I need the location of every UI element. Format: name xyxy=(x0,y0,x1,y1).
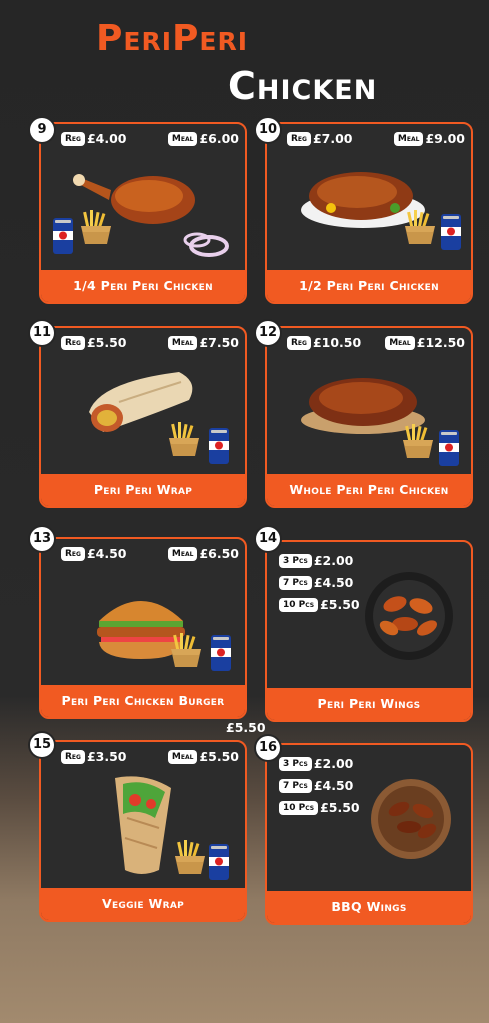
menu-item-card[interactable]: Reg £10.50 Meal £12.50 Whole Peri Peri Chi… xyxy=(265,326,473,508)
menu-title-line2: Chicken xyxy=(228,64,378,108)
reg-pill: Reg xyxy=(287,131,311,146)
reg-price: £10.50 xyxy=(312,335,362,350)
menu-item-card[interactable]: Reg £4.00 Meal £6.00 1/4 Peri Peri Chicken xyxy=(39,122,247,304)
meal-price: £5.50 xyxy=(199,749,239,764)
item-number-badge: 16 xyxy=(256,736,280,760)
meal-pill: Meal xyxy=(167,546,198,561)
item-number-badge: 14 xyxy=(256,527,280,551)
price-row: Reg £3.50 Meal £5.50 xyxy=(61,746,239,764)
menu-item-card[interactable]: 3 Pcs £2.00 7 Pcs £4.50 10 Pcs £5.50 BBQ Wi… xyxy=(265,743,473,925)
item-name: Veggie Wrap xyxy=(41,888,245,920)
meal-pill: Meal xyxy=(167,749,198,764)
item-name: Whole Peri Peri Chicken xyxy=(267,474,471,506)
reg-price: £7.00 xyxy=(312,131,353,146)
price-row: Reg £5.50 Meal £7.50 xyxy=(61,332,239,350)
price-row: Reg £7.00 Meal £9.00 xyxy=(287,128,465,146)
menu-item-card[interactable]: Reg £3.50 Meal £5.50 Veggie Wrap xyxy=(39,740,247,922)
half-chicken-image xyxy=(301,172,461,250)
menu-item-card[interactable]: Reg £5.50 Meal £7.50 Peri Peri Wrap xyxy=(39,326,247,508)
meal-price: £9.00 xyxy=(425,131,465,146)
meal-price: £12.50 xyxy=(416,335,465,350)
item-name: 1/4 Peri Peri Chicken xyxy=(41,270,245,302)
whole-chicken-image xyxy=(301,378,459,466)
reg-pill: Reg xyxy=(287,335,311,350)
stray-price: £5.50 xyxy=(226,720,266,735)
reg-pill: Reg xyxy=(61,335,85,350)
meal-pill: Meal xyxy=(385,335,415,350)
menu-title-line1: PeriPeri xyxy=(96,18,249,59)
price-row: Reg £10.50 Meal £12.50 xyxy=(287,332,465,350)
price-row: Reg £4.50 Meal £6.50 xyxy=(61,543,239,561)
item-number-badge: 13 xyxy=(30,527,54,551)
veggie-wrap-image xyxy=(114,775,229,880)
reg-price: £4.50 xyxy=(86,546,127,561)
menu-item-card[interactable]: Reg £4.50 Meal £6.50 Peri Peri Chicken Bur… xyxy=(39,537,247,719)
meal-pill: Meal xyxy=(167,131,198,146)
meal-price: £7.50 xyxy=(199,335,239,350)
item-number-badge: 9 xyxy=(30,118,54,142)
item-name: Peri Peri Wings xyxy=(267,688,471,720)
item-name: Peri Peri Wrap xyxy=(41,474,245,506)
chicken-burger-image xyxy=(97,601,231,671)
item-name: Peri Peri Chicken Burger xyxy=(41,685,245,717)
reg-pill: Reg xyxy=(61,131,85,146)
menu-item-card[interactable]: Reg £7.00 Meal £9.00 1/2 Peri Peri Chicken xyxy=(265,122,473,304)
reg-price: £5.50 xyxy=(86,335,127,350)
item-number-badge: 15 xyxy=(30,733,54,757)
item-number-badge: 11 xyxy=(30,321,54,345)
reg-pill: Reg xyxy=(61,546,85,561)
item-name: BBQ Wings xyxy=(267,891,471,923)
quarter-chicken-image xyxy=(53,174,229,257)
reg-pill: Reg xyxy=(61,749,85,764)
price-row: Reg £4.00 Meal £6.00 xyxy=(61,128,239,146)
meal-pill: Meal xyxy=(393,131,424,146)
item-number-badge: 10 xyxy=(256,118,280,142)
item-name: 1/2 Peri Peri Chicken xyxy=(267,270,471,302)
item-number-badge: 12 xyxy=(256,321,280,345)
meal-price: £6.00 xyxy=(199,131,239,146)
reg-price: £4.00 xyxy=(86,131,127,146)
menu-item-card[interactable]: 3 Pcs £2.00 7 Pcs £4.50 10 Pcs £5.50 Peri P… xyxy=(265,540,473,722)
peri-wings-image xyxy=(365,572,453,660)
reg-price: £3.50 xyxy=(86,749,127,764)
meal-price: £6.50 xyxy=(199,546,239,561)
peri-wrap-image xyxy=(88,371,229,464)
meal-pill: Meal xyxy=(167,335,198,350)
bbq-wings-image xyxy=(371,779,451,859)
